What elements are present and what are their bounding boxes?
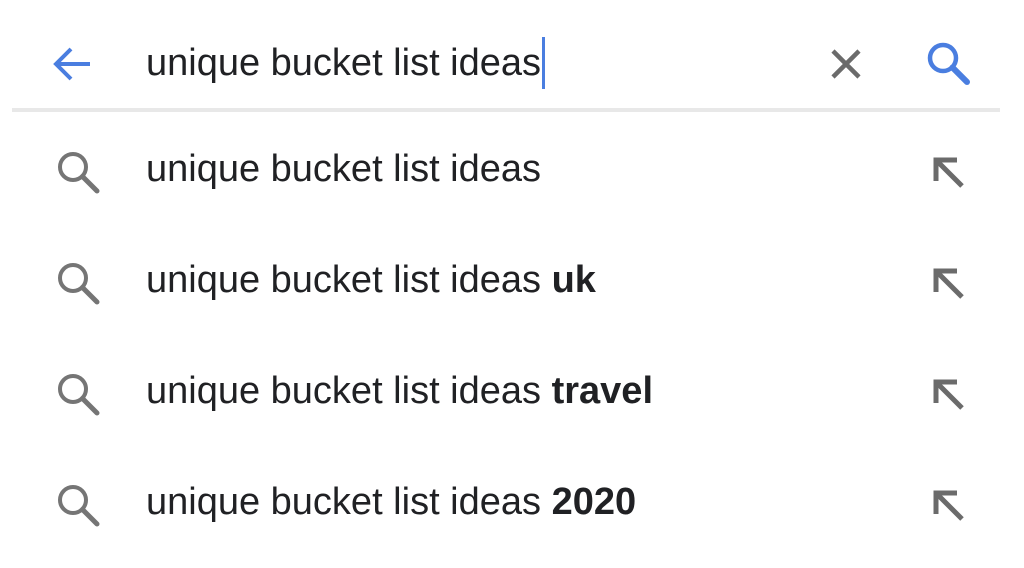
arrow-up-left-icon bbox=[933, 268, 964, 299]
fill-query-button[interactable] bbox=[924, 259, 976, 311]
suggestion-item[interactable]: unique bucket list ideas 2020 bbox=[0, 445, 1024, 556]
arrow-back-icon bbox=[53, 47, 90, 81]
search-input[interactable]: unique bucket list ideas bbox=[146, 36, 546, 90]
search-query-text: unique bucket list ideas bbox=[146, 42, 542, 84]
suggestion-text: unique bucket list ideas bbox=[146, 142, 541, 196]
search-suggestions-screen: unique bucket list ideas unique bucket l… bbox=[0, 0, 1024, 568]
suggestion-list: unique bucket list ideas unique bucket l… bbox=[0, 112, 1024, 556]
suggestion-completion-text: 2020 bbox=[551, 481, 637, 523]
suggestion-item[interactable]: unique bucket list ideas travel bbox=[0, 334, 1024, 445]
suggestion-base-text: unique bucket list ideas bbox=[146, 259, 552, 301]
close-icon bbox=[831, 49, 861, 79]
back-button[interactable] bbox=[42, 36, 102, 92]
fill-query-button[interactable] bbox=[924, 481, 976, 533]
suggestion-completion-text: travel bbox=[551, 370, 653, 412]
arrow-up-left-icon bbox=[933, 490, 964, 521]
clear-button[interactable] bbox=[816, 36, 876, 92]
suggestion-text: unique bucket list ideas 2020 bbox=[146, 475, 636, 529]
fill-query-button[interactable] bbox=[924, 370, 976, 422]
suggestion-item[interactable]: unique bucket list ideas bbox=[0, 112, 1024, 223]
suggestion-base-text: unique bucket list ideas bbox=[146, 148, 542, 190]
search-submit-button[interactable] bbox=[918, 34, 978, 92]
suggestion-base-text: unique bucket list ideas bbox=[146, 481, 552, 523]
search-icon bbox=[52, 479, 104, 531]
suggestion-completion-text: uk bbox=[551, 259, 596, 301]
search-icon bbox=[927, 42, 970, 85]
suggestion-base-text: unique bucket list ideas bbox=[146, 370, 552, 412]
suggestion-text: unique bucket list ideas uk bbox=[146, 253, 596, 307]
arrow-up-left-icon bbox=[933, 379, 964, 410]
search-bar: unique bucket list ideas bbox=[0, 0, 1024, 112]
suggestion-item[interactable]: unique bucket list ideas uk bbox=[0, 223, 1024, 334]
search-icon bbox=[52, 146, 104, 198]
text-cursor bbox=[542, 37, 546, 89]
fill-query-button[interactable] bbox=[924, 148, 976, 200]
search-icon bbox=[52, 257, 104, 309]
search-icon bbox=[52, 368, 104, 420]
suggestion-text: unique bucket list ideas travel bbox=[146, 364, 653, 418]
arrow-up-left-icon bbox=[933, 157, 964, 188]
